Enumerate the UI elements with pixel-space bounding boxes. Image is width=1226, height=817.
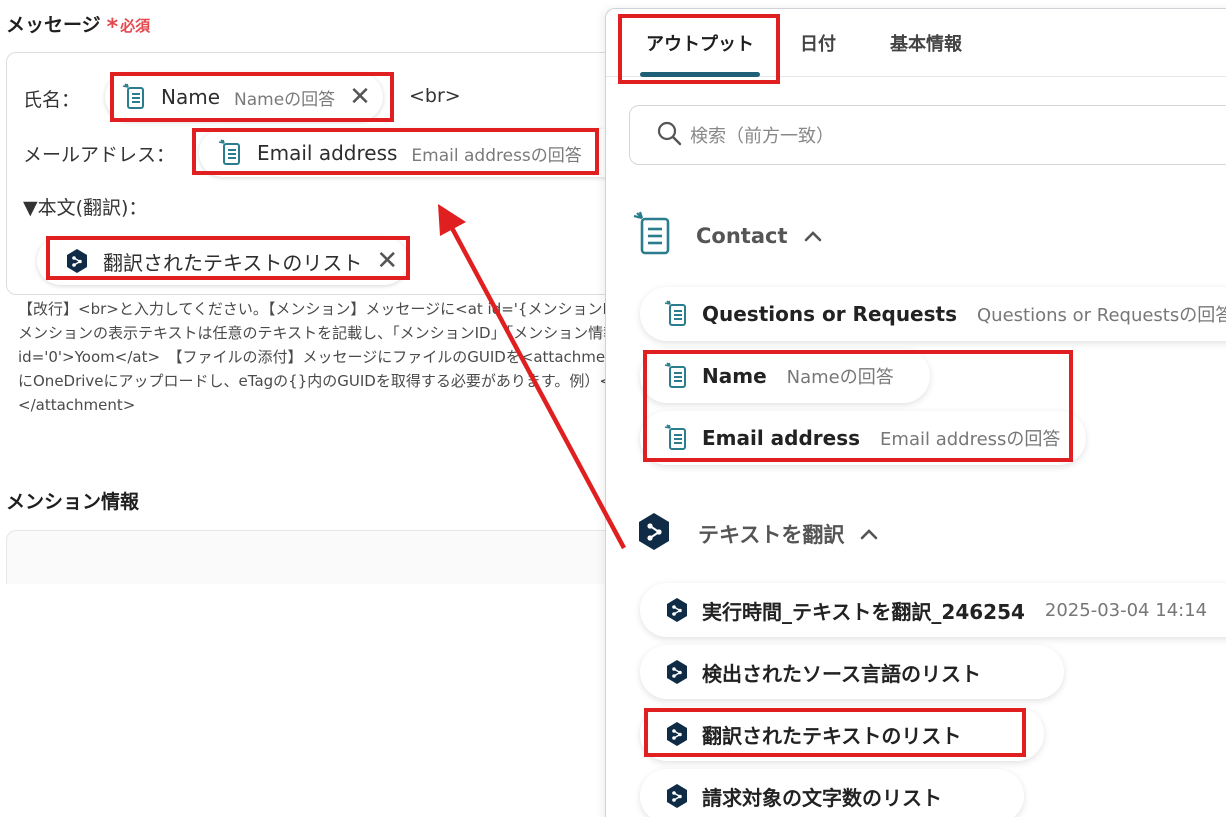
- tab-basic-info[interactable]: 基本情報: [874, 9, 978, 77]
- deepl-icon: [664, 596, 690, 624]
- required-badge: * 必須: [106, 15, 151, 40]
- br-tag-text: <br>: [409, 85, 461, 107]
- email-variable-chip[interactable]: Email address Email addressの回答: [199, 129, 606, 177]
- form-icon: [664, 424, 690, 452]
- group-contact[interactable]: Contact: [632, 211, 822, 261]
- output-item-email[interactable]: Email address Email addressの回答: [640, 411, 1086, 465]
- deepl-icon: [664, 720, 690, 748]
- email-field-label: メールアドレス：: [23, 144, 176, 166]
- output-item-questions[interactable]: Questions or Requests Questions or Reque…: [640, 287, 1226, 341]
- deepl-icon: [63, 246, 91, 276]
- translated-text-chip[interactable]: 翻訳されたテキストのリスト ✕: [37, 237, 409, 285]
- name-field-label: 氏名：: [23, 89, 81, 111]
- output-item-name[interactable]: Name Nameの回答: [640, 349, 930, 403]
- deepl-icon: [636, 511, 672, 557]
- deepl-icon: [664, 782, 690, 810]
- group-translate-text[interactable]: テキストを翻訳: [636, 511, 878, 557]
- output-picker-panel: アウトプット 日付 基本情報 検索（前方一致） Contact Question…: [605, 8, 1226, 817]
- search-input[interactable]: 検索（前方一致）: [629, 105, 1226, 165]
- search-icon: [656, 120, 682, 150]
- form-icon: [632, 211, 674, 261]
- remove-name-chip-icon[interactable]: ✕: [349, 84, 371, 110]
- body-field-label: ▼本文(翻訳)：: [23, 197, 148, 219]
- tab-bar: アウトプット 日付 基本情報: [606, 9, 1226, 77]
- mention-section-title: メンション情報: [6, 491, 140, 513]
- tab-date[interactable]: 日付: [786, 9, 850, 77]
- deepl-icon: [664, 658, 690, 686]
- output-item-detected-languages[interactable]: 検出されたソース言語のリスト: [640, 645, 1064, 699]
- form-icon: [664, 300, 690, 328]
- screenshot-crop-area: [0, 584, 606, 817]
- output-item-execution-time[interactable]: 実行時間_テキストを翻訳_246254 2025-03-04 14:14: [640, 583, 1226, 637]
- tab-output[interactable]: アウトプット: [630, 9, 770, 77]
- output-item-translated-texts[interactable]: 翻訳されたテキストのリスト: [640, 707, 1044, 761]
- form-icon: [664, 362, 690, 390]
- chevron-up-icon[interactable]: [804, 230, 822, 242]
- message-section-title: メッセージ * 必須: [6, 14, 151, 40]
- chevron-up-icon[interactable]: [860, 528, 878, 540]
- message-help-text: 【改行】<br>と入力してください。【メンション】メッセージに<at id='{…: [18, 300, 606, 414]
- name-variable-chip[interactable]: Name Nameの回答 ✕: [105, 73, 383, 121]
- form-icon: [121, 82, 149, 112]
- message-input[interactable]: 氏名： メールアドレス： ▼本文(翻訳)： Name Nameの回答 ✕ <br…: [6, 52, 606, 295]
- form-icon: [217, 138, 245, 168]
- message-form-panel: メッセージ * 必須 氏名： メールアドレス： ▼本文(翻訳)： Name Name…: [0, 0, 606, 817]
- remove-translated-chip-icon[interactable]: ✕: [376, 248, 398, 274]
- output-item-billed-characters[interactable]: 請求対象の文字数のリスト: [640, 769, 1024, 817]
